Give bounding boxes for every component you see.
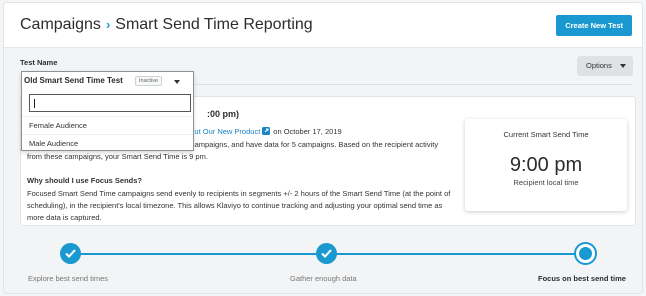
breadcrumb-campaigns-link[interactable]: Campaigns bbox=[20, 16, 101, 33]
step-3-current-icon bbox=[574, 242, 597, 265]
step-2-check-icon bbox=[316, 243, 337, 264]
sst-time-value: 9:00 pm bbox=[509, 154, 583, 176]
caret-down-icon bbox=[620, 64, 626, 68]
step-2-label: Gather enough data bbox=[290, 274, 357, 283]
external-link-icon[interactable] bbox=[262, 127, 271, 135]
sst-title: Current Smart Send Time bbox=[503, 130, 589, 139]
step-3-current-dot bbox=[579, 247, 592, 260]
page-title: Smart Send Time Reporting bbox=[115, 16, 313, 33]
progress-line-2 bbox=[337, 253, 577, 255]
chevron-right-icon: › bbox=[105, 17, 111, 32]
breadcrumb: Campaigns › Smart Send Time Reporting bbox=[20, 16, 313, 34]
dropdown-option-female-audience[interactable]: Female Audience bbox=[22, 116, 193, 134]
caret-down-icon[interactable] bbox=[174, 80, 180, 84]
page-header: Campaigns › Smart Send Time Reporting Crea… bbox=[4, 3, 642, 48]
smart-send-time-panel: Current Smart Send Time 9:00 pm Recipien… bbox=[465, 119, 627, 211]
text-cursor bbox=[34, 99, 35, 108]
dropdown-option-male-audience[interactable]: Male Audience bbox=[22, 134, 193, 152]
sst-subtitle: Recipient local time bbox=[513, 178, 579, 187]
campaign-reference: ck Out Our New Product on October 17, 201… bbox=[179, 127, 342, 136]
test-name-label: Test Name bbox=[20, 58, 58, 67]
progress-line-1 bbox=[81, 253, 317, 255]
why-heading: Why should I use Focus Sends? bbox=[27, 176, 143, 185]
campaign-date: on October 17, 2019 bbox=[273, 127, 342, 136]
focus-send-paragraph: Focused Smart Send Time campaigns send e… bbox=[27, 189, 451, 222]
options-button-label: Options bbox=[586, 61, 612, 70]
step-1-label: Explore best send times bbox=[28, 274, 109, 283]
options-button[interactable]: Options bbox=[577, 56, 633, 76]
test-name-dropdown[interactable]: Old Smart Send Time Test Inactive Female… bbox=[21, 71, 194, 151]
step-1-check-icon bbox=[60, 243, 81, 264]
selected-test-name: Old Smart Send Time Test bbox=[24, 76, 123, 85]
create-new-test-button[interactable]: Create New Test bbox=[556, 15, 632, 36]
dropdown-selected[interactable]: Old Smart Send Time Test Inactive bbox=[22, 72, 193, 90]
app-frame: Campaigns › Smart Send Time Reporting Crea… bbox=[3, 2, 643, 294]
dropdown-search-input[interactable] bbox=[29, 94, 191, 112]
card-heading: :00 pm) bbox=[207, 109, 240, 119]
step-3-label: Focus on best send time bbox=[538, 274, 626, 283]
status-badge: Inactive bbox=[135, 76, 162, 86]
